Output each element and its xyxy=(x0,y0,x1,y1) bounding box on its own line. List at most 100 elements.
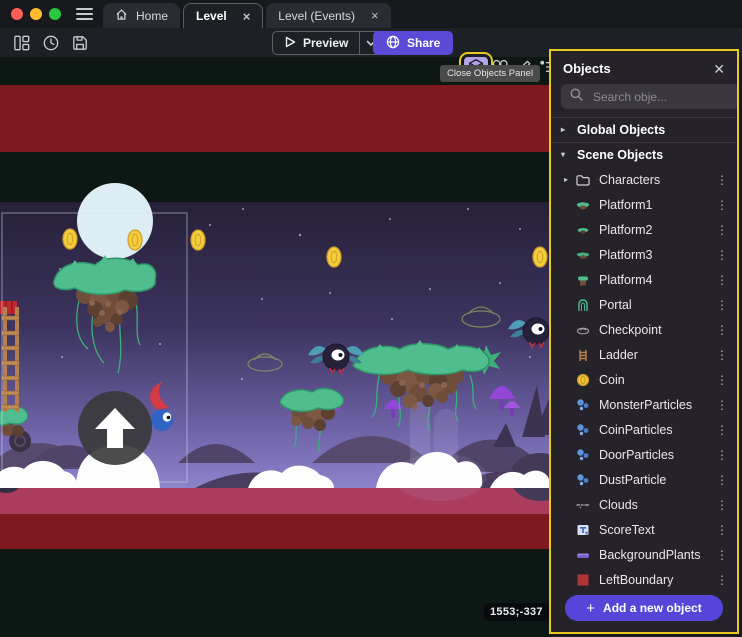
kebab-menu-icon[interactable]: ⋮ xyxy=(716,249,728,261)
kebab-menu-icon[interactable]: ⋮ xyxy=(716,299,728,311)
object-item-doorparticles[interactable]: DoorParticles ⋮ xyxy=(551,442,737,467)
kebab-menu-icon[interactable]: ⋮ xyxy=(716,199,728,211)
object-item-label: DoorParticles xyxy=(599,448,716,462)
window-control[interactable] xyxy=(11,8,23,20)
window-control[interactable] xyxy=(30,8,42,20)
object-item-backgroundplants[interactable]: BackgroundPlants ⋮ xyxy=(551,542,737,567)
particles-icon xyxy=(574,447,591,463)
jump-button-overlay[interactable] xyxy=(78,391,152,465)
home-icon xyxy=(115,8,128,24)
share-button[interactable]: Share xyxy=(373,31,453,55)
platform4-icon xyxy=(574,272,591,288)
object-item-clouds[interactable]: Clouds ⋮ xyxy=(551,492,737,517)
kebab-menu-icon[interactable]: ⋮ xyxy=(716,424,728,436)
kebab-menu-icon[interactable]: ⋮ xyxy=(716,224,728,236)
object-item-monsterparticles[interactable]: MonsterParticles ⋮ xyxy=(551,392,737,417)
boundary-icon xyxy=(574,572,591,588)
tab-level[interactable]: Level × xyxy=(183,3,263,28)
section-scene-objects[interactable]: ▾ Scene Objects xyxy=(551,142,737,167)
tab-label: Level xyxy=(196,9,227,23)
platform1-icon xyxy=(574,197,591,213)
platform2-icon xyxy=(574,222,591,238)
coin[interactable] xyxy=(533,247,547,267)
tab-level-events[interactable]: Level (Events) × xyxy=(266,3,390,28)
kebab-menu-icon[interactable]: ⋮ xyxy=(716,574,728,586)
object-item-coinparticles[interactable]: CoinParticles ⋮ xyxy=(551,417,737,442)
object-item-label: Platform4 xyxy=(599,273,716,287)
ladder-icon xyxy=(574,347,591,363)
close-icon[interactable]: ✕ xyxy=(713,62,725,76)
kebab-menu-icon[interactable]: ⋮ xyxy=(716,549,728,561)
object-item-platform2[interactable]: Platform2 ⋮ xyxy=(551,217,737,242)
object-item-label: Portal xyxy=(599,298,716,312)
coin[interactable] xyxy=(128,230,142,250)
tab-strip: Home Level × Level (Events) × xyxy=(103,0,391,28)
text-icon xyxy=(574,522,591,538)
coin[interactable] xyxy=(327,247,341,267)
panel-layout-icon[interactable] xyxy=(12,33,32,53)
clouds-icon xyxy=(574,497,591,513)
close-icon[interactable]: × xyxy=(371,9,379,22)
object-item-label: Characters xyxy=(599,173,716,187)
kebab-menu-icon[interactable]: ⋮ xyxy=(716,374,728,386)
kebab-menu-icon[interactable]: ⋮ xyxy=(716,399,728,411)
section-label: Global Objects xyxy=(577,123,665,137)
bottom-boundary-band[interactable] xyxy=(0,514,549,549)
moon[interactable] xyxy=(77,183,153,259)
object-item-label: MonsterParticles xyxy=(599,398,716,412)
add-new-object-button[interactable]: + Add a new object xyxy=(565,595,723,621)
folder-icon xyxy=(574,172,591,188)
top-boundary-band[interactable] xyxy=(0,85,549,152)
object-item-platform4[interactable]: Platform4 ⋮ xyxy=(551,267,737,292)
save-icon[interactable] xyxy=(70,33,90,53)
kebab-menu-icon[interactable]: ⋮ xyxy=(716,274,728,286)
object-item-platform1[interactable]: Platform1 ⋮ xyxy=(551,192,737,217)
object-item-coin[interactable]: Coin ⋮ xyxy=(551,367,737,392)
coin-icon xyxy=(574,372,591,388)
search-icon xyxy=(569,87,584,107)
kebab-menu-icon[interactable]: ⋮ xyxy=(716,174,728,186)
history-icon[interactable] xyxy=(41,33,61,53)
platform3-icon xyxy=(574,247,591,263)
coin[interactable] xyxy=(191,230,205,250)
object-item-ladder[interactable]: Ladder ⋮ xyxy=(551,342,737,367)
objects-panel-title: Objects xyxy=(563,61,611,76)
chevron-right-icon: ▸ xyxy=(561,126,570,134)
kebab-menu-icon[interactable]: ⋮ xyxy=(716,324,728,336)
scene-editor-canvas[interactable]: 1553;-337 xyxy=(0,57,549,637)
object-item-checkpoint[interactable]: Checkpoint ⋮ xyxy=(551,317,737,342)
object-item-label: Clouds xyxy=(599,498,716,512)
close-icon[interactable]: × xyxy=(243,10,251,23)
section-label: Scene Objects xyxy=(577,148,663,162)
object-item-characters[interactable]: ▸ Characters ⋮ xyxy=(551,167,737,192)
preview-button[interactable]: Preview xyxy=(272,31,383,55)
object-item-label: Platform3 xyxy=(599,248,716,262)
kebab-menu-icon[interactable]: ⋮ xyxy=(716,524,728,536)
window-control[interactable] xyxy=(49,8,61,20)
object-item-dustparticle[interactable]: DustParticle ⋮ xyxy=(551,467,737,492)
object-item-portal[interactable]: Portal ⋮ xyxy=(551,292,737,317)
window-tab-bar: Home Level × Level (Events) × xyxy=(0,0,742,28)
plants-icon xyxy=(574,547,591,563)
object-item-label: Coin xyxy=(599,373,716,387)
tab-home[interactable]: Home xyxy=(103,3,180,28)
kebab-menu-icon[interactable]: ⋮ xyxy=(716,349,728,361)
plus-icon: + xyxy=(586,601,595,616)
particles-icon xyxy=(574,422,591,438)
kebab-menu-icon[interactable]: ⋮ xyxy=(716,449,728,461)
object-list: ▸ Characters ⋮ Platform1 ⋮ Platform2 ⋮ P… xyxy=(551,167,737,587)
search-input[interactable] xyxy=(591,89,739,105)
coin[interactable] xyxy=(63,229,77,249)
macos-traffic-lights xyxy=(11,8,61,20)
object-item-leftboundary[interactable]: LeftBoundary ⋮ xyxy=(551,567,737,587)
object-item-scoretext[interactable]: ScoreText ⋮ xyxy=(551,517,737,542)
checkpoint-icon xyxy=(574,322,591,338)
object-item-platform3[interactable]: Platform3 ⋮ xyxy=(551,242,737,267)
object-item-label: Platform1 xyxy=(599,198,716,212)
main-menu-icon[interactable] xyxy=(75,5,93,23)
section-global-objects[interactable]: ▸ Global Objects xyxy=(551,117,737,142)
object-item-label: BackgroundPlants xyxy=(599,548,716,562)
object-item-label: LeftBoundary xyxy=(599,573,716,587)
kebab-menu-icon[interactable]: ⋮ xyxy=(716,499,728,511)
kebab-menu-icon[interactable]: ⋮ xyxy=(716,474,728,486)
